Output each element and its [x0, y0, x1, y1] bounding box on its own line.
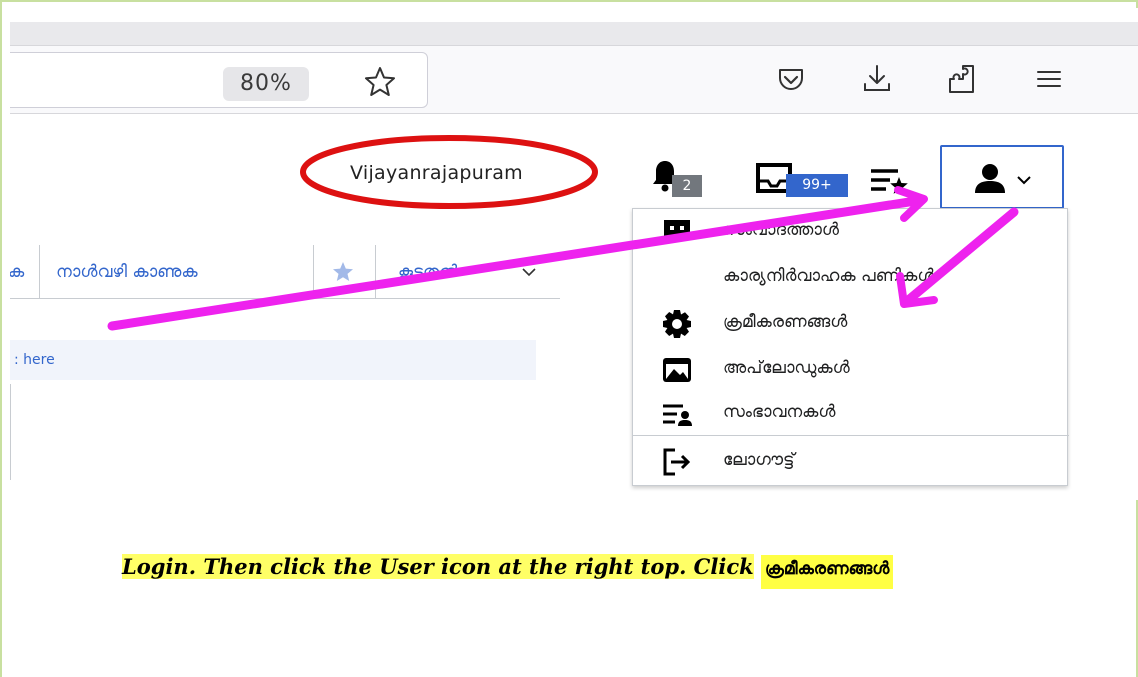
user-menu-button[interactable] [940, 145, 1064, 209]
instruction-caption: Login. Then click the User icon at the r… [122, 554, 894, 589]
browser-toolbar: 80% [10, 46, 1138, 114]
tab-more[interactable]: കൂടുതൽ [376, 245, 560, 299]
menu-item-label: സംവാദത്താൾ [723, 220, 839, 240]
talk-icon [664, 220, 690, 244]
browser-screenshot: 80% Vijayanrajapuram 2 99+ ക നാൾവഴി കാണു… [10, 8, 1138, 500]
star-icon [333, 262, 353, 281]
notice-banner: : here [10, 340, 536, 380]
tab-read[interactable]: ക [10, 245, 40, 299]
user-icon [975, 164, 1005, 193]
tab-view-history[interactable]: നാൾവഴി കാണുക [40, 245, 314, 299]
menu-icon[interactable] [1032, 62, 1066, 96]
tab-strip[interactable] [10, 22, 1138, 46]
bookmark-star-icon[interactable] [363, 65, 397, 99]
gear-icon [663, 310, 691, 338]
caption-highlight: ക്രമീകരണങ്ങൾ [761, 555, 894, 589]
menu-item-label: കാര്യനിർവാഹക പണികൾ [723, 266, 935, 286]
username-link[interactable]: Vijayanrajapuram [350, 162, 523, 184]
menu-item-label: ലോഗൗട്ട് [723, 450, 795, 470]
pocket-icon[interactable] [774, 62, 808, 96]
url-bar[interactable]: 80% [10, 52, 428, 108]
watchlist-icon[interactable] [868, 166, 910, 196]
menu-item-talk[interactable]: സംവാദത്താൾ [633, 211, 1069, 253]
menu-item-admin[interactable]: കാര്യനിർവാഹക പണികൾ [633, 257, 1069, 299]
menu-item-label: അപ്‌ലോഡുകൾ [723, 358, 850, 378]
menu-item-logout[interactable]: ലോഗൗട്ട് [633, 441, 1069, 483]
contributions-icon [663, 404, 692, 426]
downloads-icon[interactable] [860, 62, 894, 96]
messages-badge: 99+ [786, 174, 848, 197]
image-icon [663, 358, 691, 382]
menu-item-label: സംഭാവനകൾ [723, 402, 836, 422]
tab-more-label: കൂടുതൽ [398, 262, 459, 282]
page-nav-tabs: ക നാൾവഴി കാണുക കൂടുതൽ [10, 245, 560, 299]
notifications-badge: 2 [672, 175, 702, 197]
menu-item-uploads[interactable]: അപ്‌ലോഡുകൾ [633, 349, 1069, 391]
menu-item-contributions[interactable]: സംഭാവനകൾ [633, 393, 1069, 435]
logout-icon [663, 448, 691, 476]
tab-watch[interactable] [314, 245, 376, 299]
zoom-level-button[interactable]: 80% [223, 67, 309, 101]
content-border [10, 384, 11, 480]
chevron-down-icon [522, 268, 536, 277]
menu-divider [633, 435, 1069, 436]
menu-item-label: ക്രമീകരണങ്ങൾ [723, 312, 848, 332]
user-dropdown-menu: സംവാദത്താൾ കാര്യനിർവാഹക പണികൾ ക്രമീകരണങ്… [632, 208, 1069, 486]
chevron-down-icon [1017, 176, 1031, 185]
menu-item-preferences[interactable]: ക്രമീകരണങ്ങൾ [633, 303, 1069, 345]
caption-text: Login. Then click the User icon at the r… [122, 554, 754, 579]
extensions-icon[interactable] [944, 62, 978, 96]
